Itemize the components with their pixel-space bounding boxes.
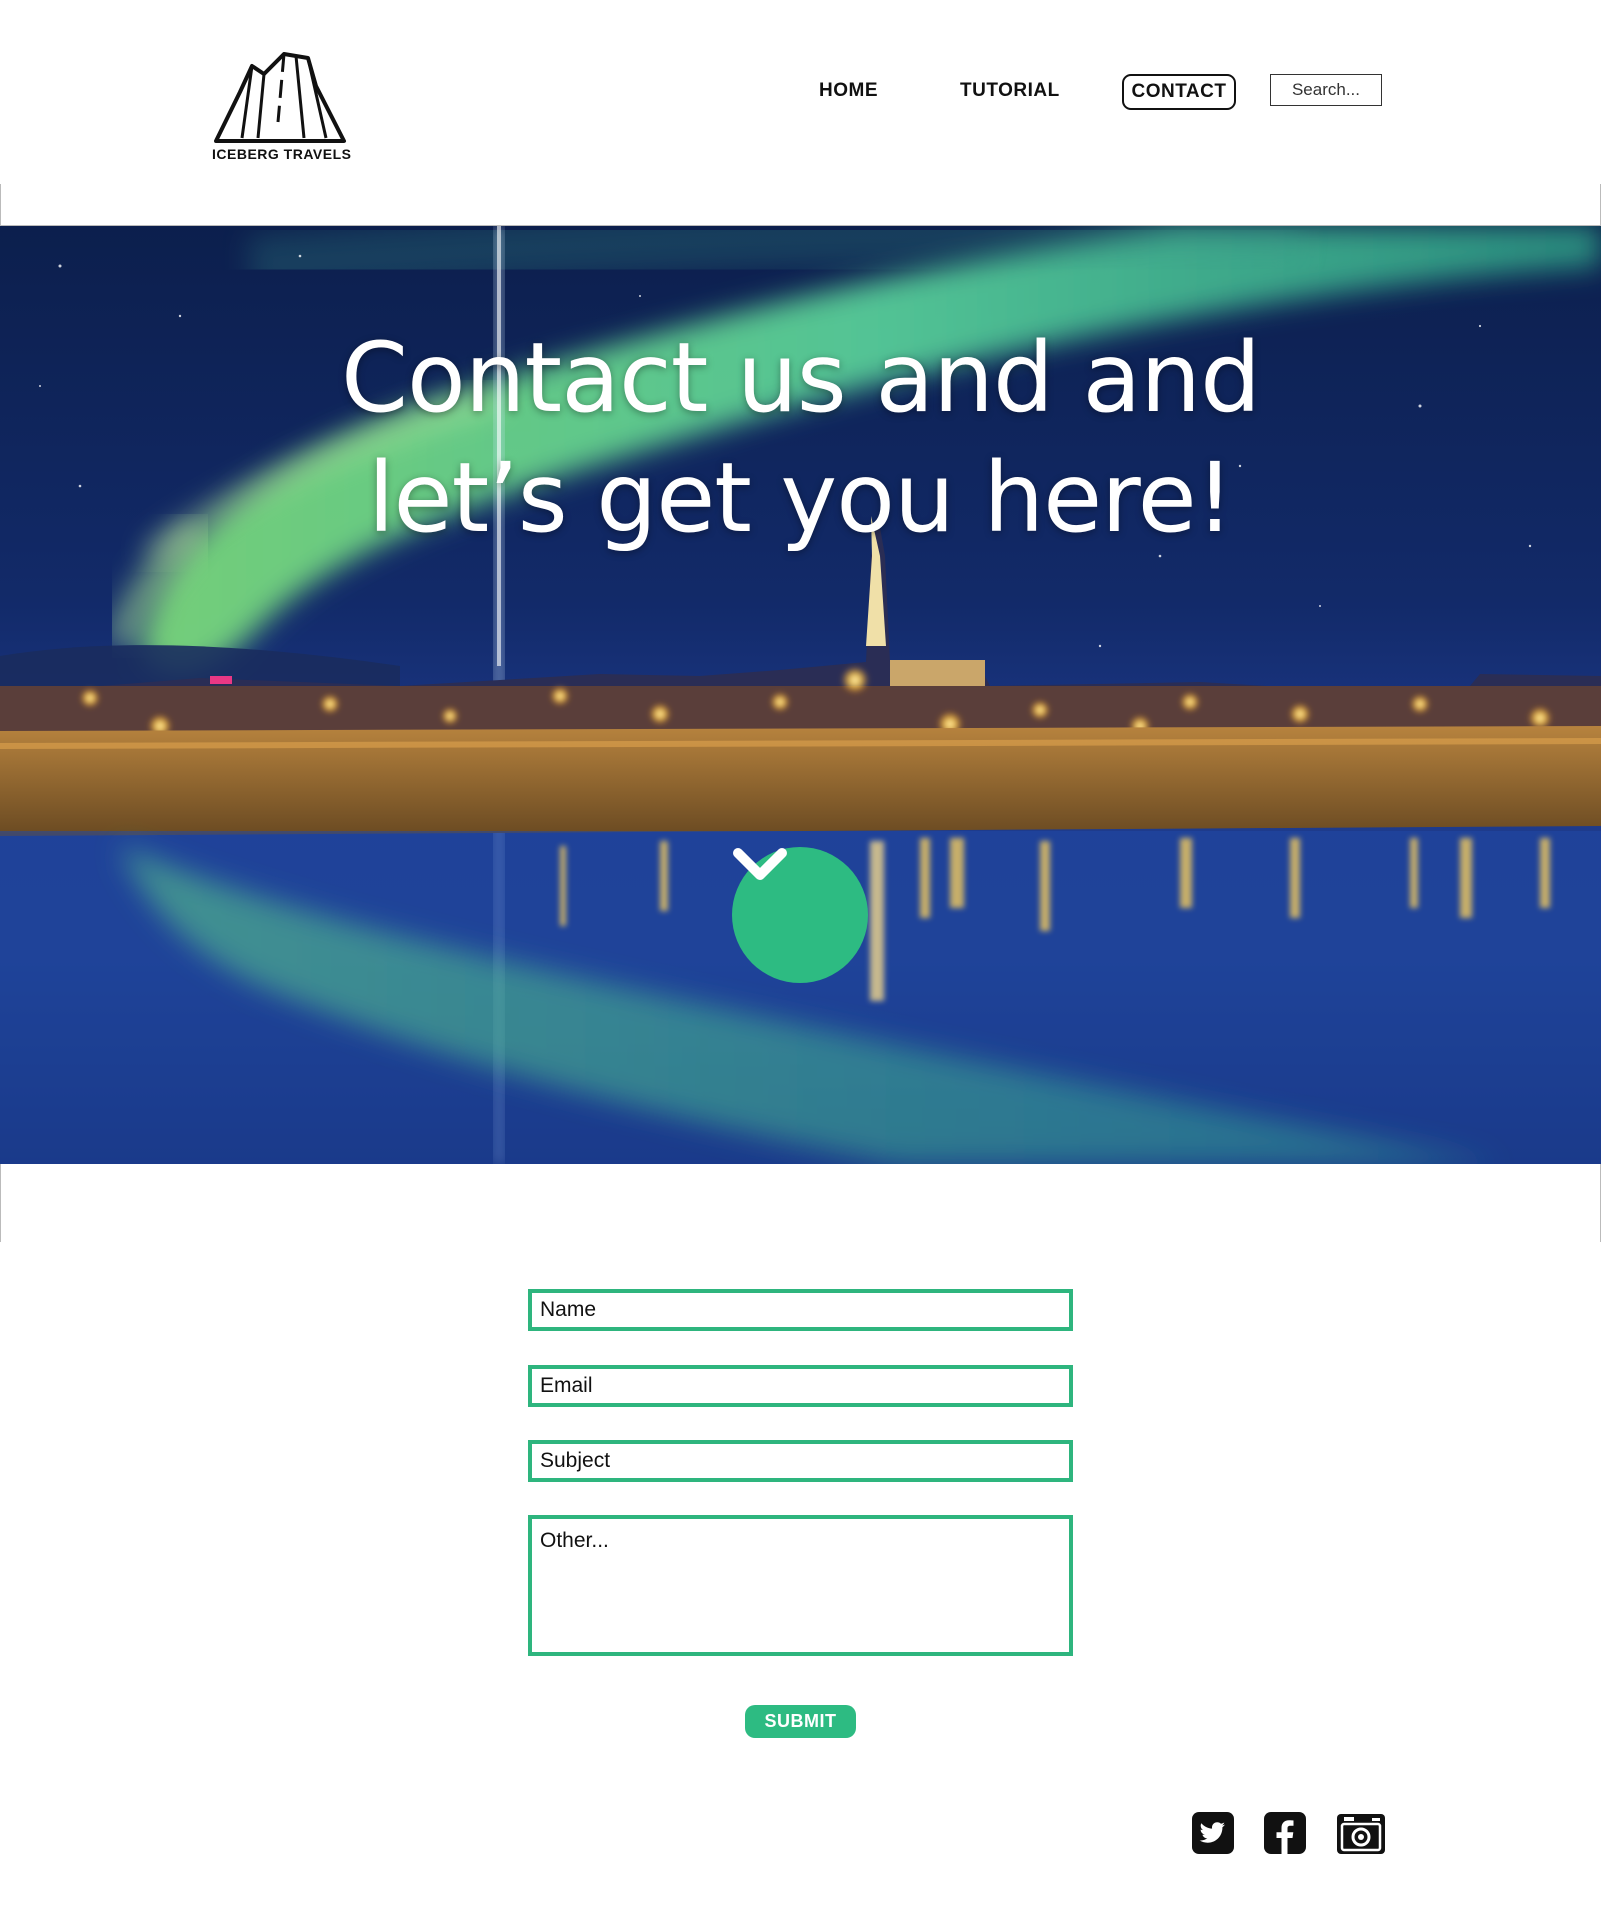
hero-banner: Contact us and and let’s get you here! (0, 226, 1601, 1164)
nav-contact[interactable]: CONTACT (1122, 74, 1236, 110)
nav-tutorial[interactable]: TUTORIAL (960, 74, 1060, 108)
scroll-down-button[interactable] (732, 847, 868, 983)
iceberg-logo-icon (214, 52, 346, 143)
camera-icon (1337, 1814, 1385, 1854)
logo-text: ICEBERG TRAVELS (212, 146, 352, 162)
facebook-link[interactable] (1264, 1812, 1306, 1854)
other-field[interactable] (528, 1515, 1073, 1656)
search-input[interactable] (1270, 74, 1382, 106)
chevron-down-icon (733, 848, 787, 880)
name-field[interactable] (528, 1289, 1073, 1331)
submit-button[interactable]: SUBMIT (745, 1705, 856, 1738)
subject-field[interactable] (528, 1440, 1073, 1482)
hero-title-line1: Contact us and and (340, 322, 1261, 434)
hero-title: Contact us and and let’s get you here! (0, 318, 1601, 558)
hero-title-line2: let’s get you here! (367, 442, 1234, 554)
logo[interactable]: ICEBERG TRAVELS (212, 52, 352, 168)
email-field[interactable] (528, 1365, 1073, 1407)
twitter-icon (1192, 1812, 1234, 1854)
instagram-link[interactable] (1336, 1812, 1386, 1854)
twitter-link[interactable] (1192, 1812, 1234, 1854)
facebook-icon (1264, 1812, 1306, 1854)
nav-home[interactable]: HOME (819, 74, 878, 108)
